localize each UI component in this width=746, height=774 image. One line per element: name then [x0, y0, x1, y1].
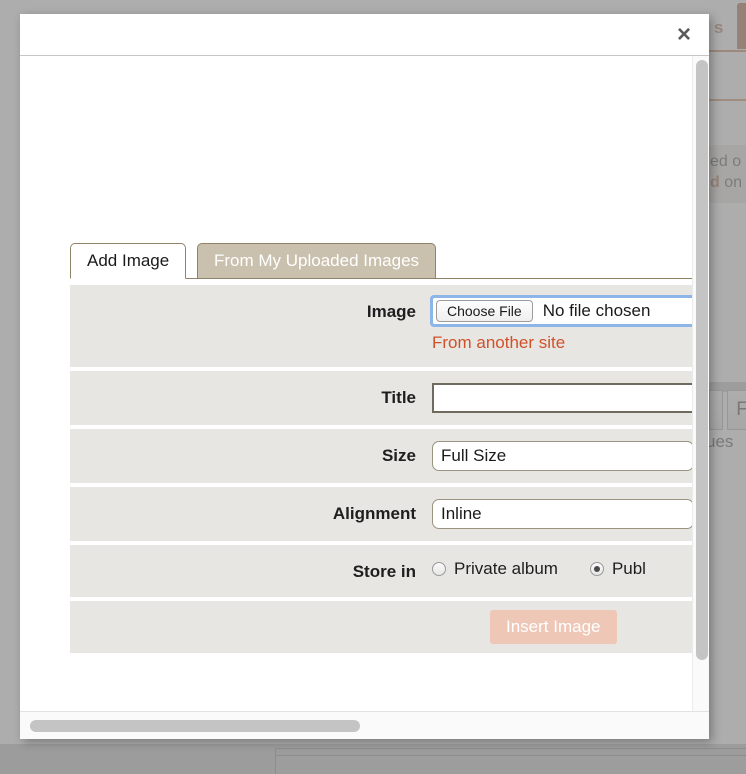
- label-title: Title: [381, 388, 416, 407]
- form-row-store-in: Store in Private album Publ: [70, 545, 692, 597]
- page-root: s ed o d on F ues × Add Image: [0, 0, 746, 774]
- dialog-body: Add Image From My Uploaded Images Image …: [20, 56, 709, 711]
- label-store-in: Store in: [352, 562, 416, 581]
- field-size: Full Size: [432, 441, 692, 471]
- alignment-select[interactable]: Inline: [432, 499, 692, 529]
- form-row-submit: Insert Image: [70, 601, 692, 653]
- label-alignment: Alignment: [332, 504, 416, 523]
- from-another-site-link[interactable]: From another site: [432, 333, 565, 353]
- dialog-vertical-scrollbar-thumb[interactable]: [696, 60, 708, 660]
- radio-option-private-album[interactable]: Private album: [432, 559, 558, 579]
- store-in-radio-group: Private album Publ: [432, 557, 692, 579]
- add-image-dialog: × Add Image From My Uploaded Images Imag…: [20, 14, 709, 739]
- form-row-image: Image Choose File No file chosen From an…: [70, 285, 692, 367]
- title-input[interactable]: [432, 383, 692, 413]
- form-row-title: Title: [70, 371, 692, 425]
- radio-option-public-album[interactable]: Publ: [589, 559, 646, 579]
- field-store-in: Private album Publ: [432, 557, 692, 579]
- field-title: [432, 383, 692, 413]
- label-image: Image: [366, 302, 416, 321]
- radio-icon-private[interactable]: [432, 562, 446, 576]
- form-row-size: Size Full Size: [70, 429, 692, 483]
- radio-label-private: Private album: [454, 559, 558, 578]
- tab-from-my-uploaded-images[interactable]: From My Uploaded Images: [197, 243, 437, 279]
- add-image-form: Image Choose File No file chosen From an…: [70, 279, 692, 653]
- dialog-header: ×: [20, 14, 709, 56]
- radio-icon-public[interactable]: [589, 562, 604, 576]
- dialog-scroll-pane: Add Image From My Uploaded Images Image …: [20, 56, 692, 711]
- form-row-alignment: Alignment Inline: [70, 487, 692, 541]
- label-size: Size: [381, 446, 416, 465]
- insert-image-button[interactable]: Insert Image: [490, 610, 617, 644]
- field-alignment: Inline: [432, 499, 692, 529]
- dialog-tabs: Add Image From My Uploaded Images: [70, 243, 692, 279]
- image-preview-area: [20, 56, 692, 243]
- dialog-vertical-scrollbar[interactable]: [692, 56, 709, 711]
- file-input[interactable]: Choose File No file chosen: [430, 295, 692, 327]
- tab-add-image[interactable]: Add Image: [70, 243, 187, 279]
- field-image: Choose File No file chosen From another …: [430, 295, 692, 353]
- dialog-horizontal-scrollbar-thumb[interactable]: [30, 720, 360, 732]
- file-status-text: No file chosen: [542, 301, 651, 320]
- choose-file-button[interactable]: Choose File: [436, 300, 533, 322]
- size-select[interactable]: Full Size: [432, 441, 692, 471]
- dialog-horizontal-scrollbar[interactable]: [20, 711, 709, 739]
- radio-label-public: Publ: [611, 559, 646, 578]
- close-icon[interactable]: ×: [671, 23, 697, 49]
